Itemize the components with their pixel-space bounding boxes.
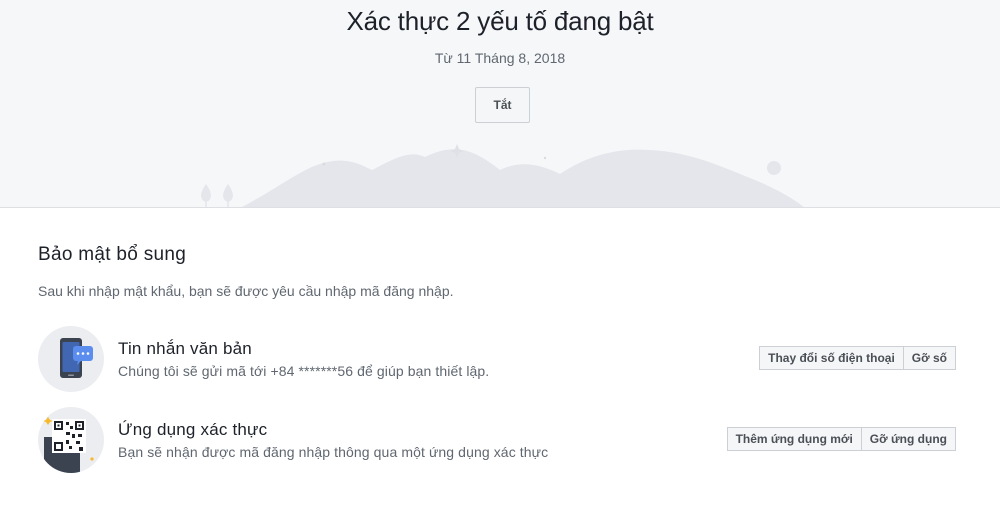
- section-description: Sau khi nhập mật khẩu, bạn sẽ được yêu c…: [38, 283, 454, 299]
- page-title: Xác thực 2 yếu tố đang bật: [346, 6, 654, 36]
- authenticator-app-actions: Thêm ứng dụng mới Gỡ ứng dụng: [726, 427, 956, 451]
- section-title: Bảo mật bổ sung: [38, 244, 187, 265]
- text-message-method: Tin nhắn văn bản Chúng tôi sẽ gửi mã tới…: [38, 326, 958, 392]
- method-title: Tin nhắn văn bản: [118, 339, 252, 358]
- text-message-actions: Thay đổi số điện thoại Gỡ số: [759, 346, 956, 370]
- remove-number-button[interactable]: Gỡ số: [903, 346, 956, 370]
- add-new-app-button[interactable]: Thêm ứng dụng mới: [726, 427, 862, 451]
- qr-code-icon: [38, 407, 104, 473]
- authenticator-app-method: Ứng dụng xác thực Bạn sẽ nhận được mã đă…: [38, 407, 958, 473]
- mountains-illustration: [201, 144, 804, 207]
- turn-off-button[interactable]: Tắt: [475, 87, 530, 123]
- remove-app-button[interactable]: Gỡ ứng dụng: [861, 427, 956, 451]
- change-phone-number-button[interactable]: Thay đổi số điện thoại: [759, 346, 904, 370]
- additional-security-section: Bảo mật bổ sung Sau khi nhập mật khẩu, b…: [38, 244, 958, 299]
- enabled-date: Từ 11 Tháng 8, 2018: [434, 50, 566, 66]
- phone-message-icon: [38, 326, 104, 392]
- method-description: Bạn sẽ nhận được mã đăng nhập thông qua …: [118, 444, 549, 460]
- method-title: Ứng dụng xác thực: [118, 420, 268, 439]
- method-description: Chúng tôi sẽ gửi mã tới +84 *******56 để…: [118, 363, 490, 379]
- hero-banner: Xác thực 2 yếu tố đang bật Từ 11 Tháng 8…: [0, 0, 1000, 208]
